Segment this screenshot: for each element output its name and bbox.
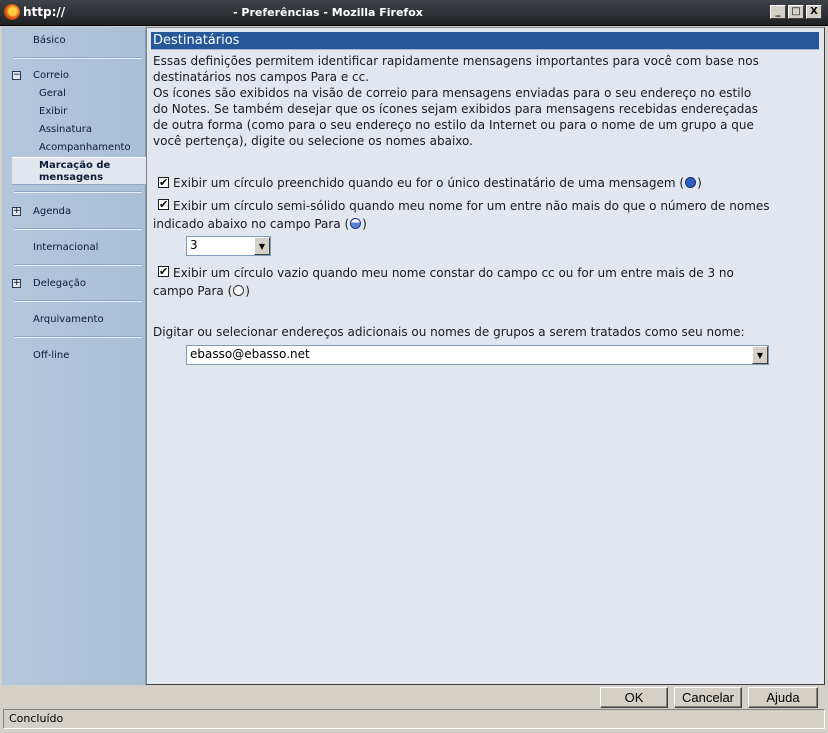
- chevron-down-icon[interactable]: ▼: [254, 237, 270, 255]
- sidebar-item-geral[interactable]: Geral: [39, 88, 66, 99]
- intro-line: do Notes. Se também desejar que os ícone…: [153, 102, 759, 116]
- chevron-down-icon[interactable]: ▼: [752, 346, 768, 364]
- ok-button[interactable]: OK: [600, 687, 668, 708]
- title-bar: http:// - Preferências - Mozilla Firefox…: [0, 0, 828, 26]
- option-text: Exibir um círculo preenchido quando eu f…: [173, 176, 685, 190]
- sidebar-item-delegacao[interactable]: Delegação: [33, 278, 86, 289]
- option-text: campo Para (: [153, 284, 233, 298]
- intro-line: Os ícones são exibidos na visão de corre…: [153, 86, 752, 100]
- section-header: Destinatários: [151, 32, 819, 50]
- half-circle-icon: [350, 218, 362, 229]
- help-button[interactable]: Ajuda: [748, 687, 818, 708]
- sidebar-item-agenda[interactable]: Agenda: [33, 206, 71, 217]
- preferences-sidebar: Básico − Correio Geral Exibir Assinatura…: [2, 27, 148, 685]
- intro-line: Essas definições permitem identificar ra…: [153, 54, 759, 68]
- recipient-count-value: 3: [190, 238, 198, 252]
- sidebar-item-offline[interactable]: Off-line: [33, 350, 69, 361]
- empty-circle-option-label-line1: Exibir um círculo vazio quando meu nome …: [173, 266, 734, 280]
- sidebar-divider: [14, 228, 142, 230]
- recipient-count-select[interactable]: 3 ▼: [186, 236, 271, 256]
- option-text: ): [245, 284, 250, 298]
- sidebar-label-line2: mensagens: [39, 172, 104, 183]
- full-circle-option-label: Exibir um círculo preenchido quando eu f…: [173, 174, 702, 192]
- expand-icon[interactable]: +: [12, 207, 21, 216]
- intro-text: Essas definições permitem identificar ra…: [153, 53, 817, 149]
- sidebar-divider: [14, 57, 142, 59]
- sidebar-divider: [14, 300, 142, 302]
- empty-circle-icon: [233, 285, 245, 296]
- semi-circle-option-label-line1: Exibir um círculo semi-sólido quando meu…: [173, 199, 770, 213]
- sidebar-item-acompanhamento[interactable]: Acompanhamento: [39, 142, 131, 153]
- intro-line: destinatários nos campos Para e cc.: [153, 70, 370, 84]
- sidebar-item-arquivamento[interactable]: Arquivamento: [33, 314, 104, 325]
- sidebar-label-line1: Marcação de: [39, 160, 111, 171]
- address-combobox[interactable]: ebasso@ebasso.net ▼: [186, 345, 769, 365]
- close-button[interactable]: X: [806, 5, 822, 19]
- option-text: ): [362, 217, 367, 231]
- sidebar-item-internacional[interactable]: Internacional: [33, 242, 98, 253]
- empty-circle-option-label-line2: campo Para (): [153, 282, 250, 300]
- empty-circle-checkbox[interactable]: ✔: [158, 266, 169, 277]
- full-circle-checkbox[interactable]: ✔: [158, 177, 169, 188]
- address-input[interactable]: ebasso@ebasso.net: [190, 347, 310, 361]
- sidebar-item-exibir[interactable]: Exibir: [39, 106, 67, 117]
- sidebar-divider: [14, 336, 142, 338]
- sidebar-item-basico[interactable]: Básico: [33, 35, 66, 46]
- firefox-logo-icon: [4, 4, 20, 20]
- intro-line: você pertença), digite ou selecione os n…: [153, 134, 473, 148]
- window-controls: _ □ X: [770, 5, 822, 19]
- minimize-button[interactable]: _: [770, 5, 786, 19]
- window-title: - Preferências - Mozilla Firefox: [233, 6, 423, 19]
- sidebar-item-marcacao-de-mensagens[interactable]: Marcação de mensagens: [12, 157, 148, 185]
- semi-circle-option-label-line2: indicado abaixo no campo Para (): [153, 215, 367, 233]
- maximize-button[interactable]: □: [788, 5, 804, 19]
- address-prompt: Digitar ou selecionar endereços adiciona…: [153, 325, 745, 339]
- sidebar-divider: [14, 264, 142, 266]
- cancel-button[interactable]: Cancelar: [674, 687, 742, 708]
- sidebar-item-correio[interactable]: Correio: [33, 70, 69, 81]
- intro-line: de outra forma (como para o seu endereço…: [153, 118, 754, 132]
- collapse-icon[interactable]: −: [12, 71, 21, 80]
- option-text: ): [697, 176, 702, 190]
- sidebar-divider: [14, 191, 142, 193]
- sidebar-item-label: Marcação de mensagens: [39, 160, 110, 184]
- sidebar-item-assinatura[interactable]: Assinatura: [39, 124, 92, 135]
- option-text: indicado abaixo no campo Para (: [153, 217, 350, 231]
- preferences-main-panel: Destinatários Essas definições permitem …: [146, 27, 825, 685]
- status-bar: Concluído: [3, 709, 825, 729]
- expand-icon[interactable]: +: [12, 279, 21, 288]
- semi-circle-checkbox[interactable]: ✔: [158, 199, 169, 210]
- window-url-label: http://: [23, 5, 66, 19]
- filled-circle-icon: [685, 177, 697, 188]
